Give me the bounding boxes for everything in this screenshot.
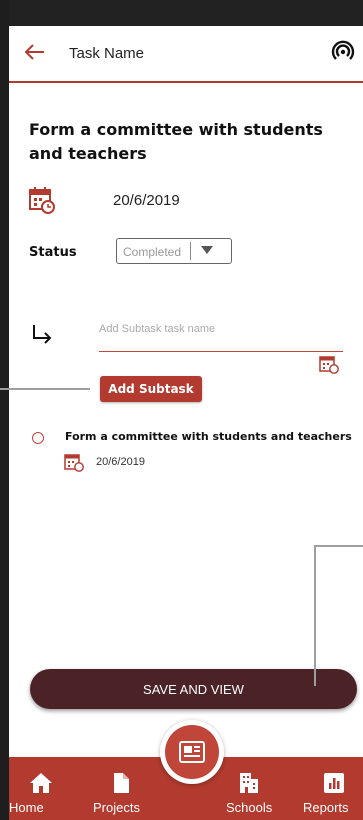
nav-label-home: Home (9, 800, 44, 815)
center-fab-button[interactable] (160, 720, 224, 784)
subtask-item-title: Form a committee with students and teach… (65, 430, 352, 443)
subtask-input-field (99, 313, 343, 352)
nav-label-projects: Projects (93, 800, 140, 815)
dropdown-divider (190, 242, 191, 260)
back-arrow-icon[interactable] (25, 44, 45, 60)
document-icon (114, 773, 129, 793)
status-bar (9, 0, 363, 26)
building-icon (240, 773, 258, 793)
task-date: 20/6/2019 (113, 192, 180, 209)
subtask-name-input[interactable] (99, 319, 319, 339)
subtask-radio[interactable] (32, 432, 44, 444)
subtask-item-date: 20/6/2019 (96, 456, 145, 468)
signal-icon[interactable] (331, 40, 355, 64)
newspaper-icon (179, 741, 205, 763)
calendar-icon[interactable] (29, 186, 55, 214)
app-bar: Task Name (9, 26, 363, 83)
page-title: Task Name (69, 45, 145, 62)
connector-line (316, 545, 363, 547)
add-subtask-button[interactable]: Add Subtask (100, 376, 202, 402)
subtask-item-calendar-icon (64, 454, 84, 472)
status-label: Status (29, 245, 77, 260)
status-dropdown[interactable]: Completed (116, 238, 232, 264)
nav-item-reports[interactable]: Reports (300, 757, 363, 820)
task-title: Form a committee with students and teach… (29, 120, 323, 163)
nav-item-schools[interactable]: Schools (223, 757, 283, 820)
caret-down-icon (201, 246, 213, 254)
home-icon (30, 773, 52, 793)
fab-inner (165, 725, 219, 779)
nav-label-reports: Reports (303, 800, 349, 815)
bar-chart-icon (324, 773, 344, 793)
nav-item-home[interactable]: Home (9, 757, 69, 820)
nav-item-projects[interactable]: Projects (89, 757, 159, 820)
status-selected-value: Completed (123, 245, 182, 259)
app-screen: Task Name Form a committee with students… (9, 0, 363, 820)
subtask-calendar-icon[interactable] (319, 354, 339, 374)
save-and-view-button[interactable]: SAVE AND VIEW (30, 669, 357, 709)
connector-line (314, 545, 316, 686)
connector-line (0, 388, 90, 390)
subdirectory-arrow-icon (33, 325, 52, 344)
nav-label-schools: Schools (226, 800, 273, 815)
